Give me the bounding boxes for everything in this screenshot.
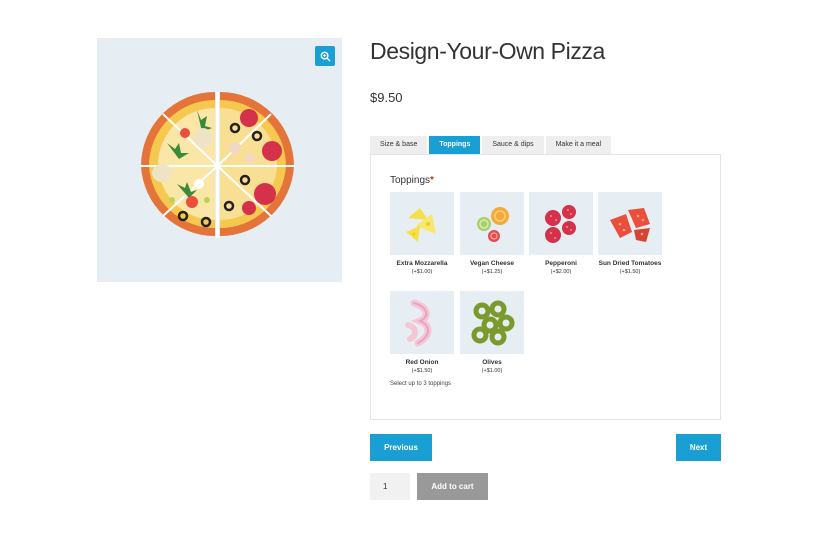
zoom-in-icon <box>320 51 331 62</box>
tab-size-base[interactable]: Size & base <box>370 136 428 154</box>
topping-thumb[interactable] <box>460 192 524 255</box>
topping-price: (+$1.00) <box>411 269 433 275</box>
topping-price: (+$2.00) <box>550 269 572 275</box>
quantity-input[interactable] <box>370 473 410 500</box>
topping-thumb[interactable] <box>390 291 454 354</box>
topping-thumb[interactable] <box>598 192 662 255</box>
topping-thumb[interactable] <box>390 192 454 255</box>
topping-thumb[interactable] <box>529 192 593 255</box>
topping-price: (+$1.50) <box>619 269 641 275</box>
topping-name: Red Onion <box>405 359 439 366</box>
toppings-panel: Toppings* Extra Mozzarella (+$1.00) Vega… <box>370 154 721 420</box>
pizza-image <box>141 92 295 238</box>
pepperoni-icon <box>545 204 576 243</box>
toppings-heading-label: Toppings <box>390 175 431 186</box>
next-button[interactable]: Next <box>676 434 721 461</box>
olives-icon <box>471 300 515 345</box>
builder-tabs: Size & base Toppings Sauce & dips Make i… <box>370 136 612 154</box>
previous-button[interactable]: Previous <box>370 434 432 461</box>
topping-name: Sun Dried Tomatoes <box>598 260 662 267</box>
topping-olives[interactable]: Olives (+$1.00) <box>460 291 524 376</box>
tab-make-meal[interactable]: Make it a meal <box>545 136 612 154</box>
topping-name: Pepperoni <box>545 260 577 267</box>
topping-pepperoni[interactable]: Pepperoni (+$2.00) <box>529 192 593 277</box>
product-title: Design-Your-Own Pizza <box>370 38 605 64</box>
vegan-cheese-icon <box>477 206 509 242</box>
topping-name: Extra Mozzarella <box>396 260 448 267</box>
topping-price: (+$1.25) <box>481 269 503 275</box>
toppings-hint: Select up to 3 toppings <box>390 381 452 387</box>
topping-extra-mozzarella[interactable]: Extra Mozzarella (+$1.00) <box>390 192 454 277</box>
zoom-button[interactable] <box>315 46 335 66</box>
tab-toppings[interactable]: Toppings <box>429 136 481 154</box>
topping-red-onion[interactable]: Red Onion (+$1.50) <box>390 291 454 376</box>
topping-price: (+$1.00) <box>481 368 503 374</box>
onion-icon <box>405 299 432 346</box>
topping-name: Vegan Cheese <box>469 260 515 267</box>
cheese-icon <box>406 207 436 242</box>
tomato-icon <box>610 207 650 242</box>
product-price: $9.50 <box>370 90 403 105</box>
topping-sun-dried-tomatoes[interactable]: Sun Dried Tomatoes (+$1.50) <box>598 192 662 277</box>
topping-name: Olives <box>482 359 502 366</box>
toppings-heading: Toppings* <box>390 175 434 186</box>
topping-thumb[interactable] <box>460 291 524 354</box>
topping-price: (+$1.50) <box>411 368 433 374</box>
topping-vegan-cheese[interactable]: Vegan Cheese (+$1.25) <box>460 192 524 277</box>
product-gallery <box>97 38 342 282</box>
add-to-cart-button[interactable]: Add to cart <box>417 473 488 500</box>
required-mark: * <box>430 175 434 186</box>
tab-sauce-dips[interactable]: Sauce & dips <box>482 136 544 154</box>
